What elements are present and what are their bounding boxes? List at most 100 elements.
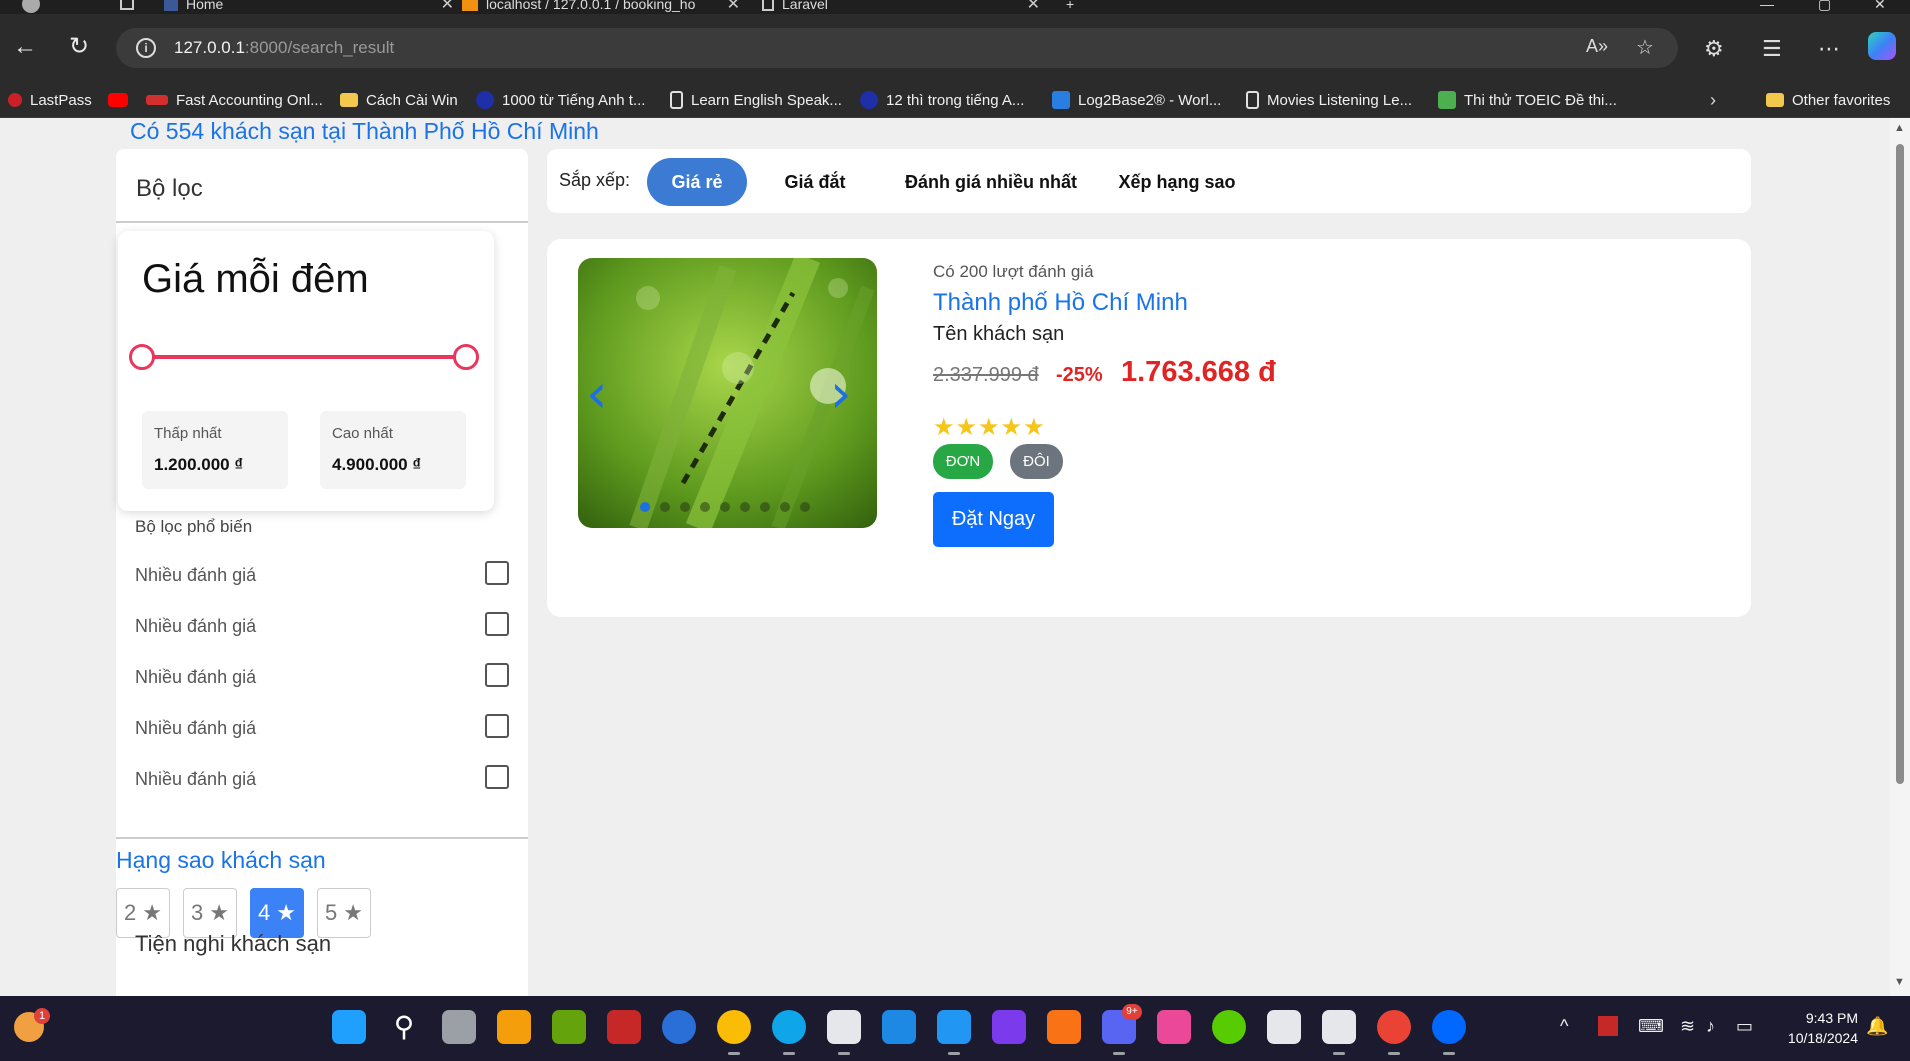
chevron-up-icon[interactable]: ^	[1560, 1016, 1568, 1037]
tab-phpmyadmin[interactable]: localhost / 127.0.0.1 / booking_ho ✕	[462, 0, 740, 14]
copilot-icon[interactable]	[1868, 32, 1896, 60]
back-icon[interactable]: ←	[10, 32, 40, 62]
carousel-indicator-dot[interactable]	[740, 502, 750, 512]
bookmark-other-favorites[interactable]: Other favorites	[1766, 88, 1890, 112]
help-icon[interactable]	[662, 1010, 696, 1044]
app-icon[interactable]	[1267, 1010, 1301, 1044]
notification-bell-icon[interactable]: 🔔	[1866, 1016, 1888, 1037]
system-clock[interactable]: 9:43 PM 10/18/2024	[1788, 1008, 1858, 1048]
scrollbar-thumb[interactable]	[1896, 144, 1904, 784]
affinity-icon[interactable]	[992, 1010, 1026, 1044]
minimize-icon[interactable]: —	[1760, 0, 1774, 14]
favorite-star-icon[interactable]: ☆	[1636, 35, 1654, 60]
sort-cheapest-button[interactable]: Giá rẻ	[647, 158, 747, 206]
sort-most-reviews-button[interactable]: Đánh giá nhiều nhất	[899, 158, 1083, 206]
bookmark-12-thi[interactable]: 12 thì trong tiếng A...	[860, 88, 1024, 112]
hotel-city-link[interactable]: Thành phố Hồ Chí Minh	[933, 289, 1188, 317]
filter-checkbox[interactable]	[485, 663, 509, 687]
maximize-icon[interactable]: ▢	[1818, 0, 1831, 14]
bookmark-learn-english[interactable]: Learn English Speak...	[670, 88, 842, 112]
code-tool-icon[interactable]	[1322, 1010, 1356, 1055]
hotel-image-carousel[interactable]: ‹ ›	[578, 258, 877, 528]
carousel-indicator-dot[interactable]	[760, 502, 770, 512]
vscode-icon[interactable]	[937, 1010, 971, 1055]
carousel-next-icon[interactable]: ›	[830, 362, 852, 425]
profile-icon[interactable]	[22, 0, 40, 14]
search-icon[interactable]: ⚲	[387, 1010, 421, 1044]
carousel-indicator-dot[interactable]	[680, 502, 690, 512]
refresh-icon[interactable]: ↻	[64, 32, 94, 62]
filter-checkbox[interactable]	[485, 714, 509, 738]
tab-laravel[interactable]: Laravel ✕	[762, 0, 1040, 14]
carousel-indicator-dot[interactable]	[720, 502, 730, 512]
bookmark-youtube[interactable]	[108, 88, 128, 112]
price-slider-min-handle[interactable]	[129, 344, 155, 370]
bookmark-cach-cai-win[interactable]: Cách Cài Win	[340, 88, 458, 112]
chameleon-app-icon[interactable]	[552, 1010, 586, 1044]
chevron-right-icon[interactable]: ›	[1710, 90, 1716, 111]
discord-icon[interactable]: 9+	[1102, 1004, 1142, 1055]
bookmark-fast-accounting[interactable]: Fast Accounting Onl...	[146, 88, 323, 112]
task-view-icon[interactable]	[442, 1010, 476, 1044]
mcafee-icon[interactable]	[607, 1010, 641, 1044]
bookmark-lastpass[interactable]: LastPass	[8, 88, 92, 112]
language-icon[interactable]: ⌨	[1638, 1016, 1664, 1037]
carousel-indicator-dot[interactable]	[800, 502, 810, 512]
volume-icon[interactable]: ♪	[1706, 1016, 1715, 1037]
tab-actions-icon[interactable]	[120, 0, 140, 14]
page-scrollbar[interactable]: ▲ ▼	[1890, 118, 1910, 996]
chrome-profile-icon[interactable]	[1377, 1010, 1411, 1055]
sort-expensive-button[interactable]: Giá đắt	[765, 158, 865, 206]
sort-star-rating-button[interactable]: Xếp hạng sao	[1107, 158, 1247, 206]
bookmark-log2base2[interactable]: Log2Base2® - Worl...	[1052, 88, 1221, 112]
close-icon[interactable]: ✕	[727, 0, 740, 14]
address-bar[interactable]: i 127.0.0.1:8000/search_result A» ☆	[116, 28, 1678, 68]
chrome-icon[interactable]	[717, 1010, 751, 1055]
scroll-up-icon[interactable]: ▲	[1894, 122, 1905, 134]
tab-home[interactable]: Home ✕	[164, 0, 454, 14]
filter-checkbox[interactable]	[485, 612, 509, 636]
vivaldi-tray-icon[interactable]	[1598, 1016, 1618, 1036]
weather-widget-icon[interactable]: 1	[14, 1008, 50, 1042]
wifi-icon[interactable]: ≋	[1680, 1016, 1695, 1037]
duolingo-icon[interactable]	[1212, 1010, 1246, 1044]
windows-start-icon[interactable]	[332, 1010, 366, 1044]
popular-filter-row[interactable]: Nhiều đánh giá	[135, 561, 509, 591]
scroll-down-icon[interactable]: ▼	[1894, 976, 1905, 988]
popular-filter-row[interactable]: Nhiều đánh giá	[135, 765, 509, 795]
dev-tool-icon[interactable]	[827, 1010, 861, 1055]
extensions-icon[interactable]: ⚙	[1704, 36, 1724, 62]
price-slider-max-handle[interactable]	[453, 344, 479, 370]
close-icon[interactable]: ✕	[441, 0, 454, 14]
battery-icon[interactable]: ▭	[1736, 1016, 1753, 1037]
carousel-indicator-dot[interactable]	[640, 502, 650, 512]
window-close-icon[interactable]: ✕	[1874, 0, 1886, 14]
git-icon[interactable]	[1047, 1010, 1081, 1044]
popular-filter-row[interactable]: Nhiều đánh giá	[135, 714, 509, 744]
close-icon[interactable]: ✕	[1027, 0, 1040, 14]
filter-checkbox[interactable]	[485, 765, 509, 789]
book-now-button[interactable]: Đặt Ngay	[933, 492, 1054, 547]
more-menu-icon[interactable]: ⋯	[1818, 36, 1840, 62]
url-text[interactable]: 127.0.0.1:8000/search_result	[174, 38, 394, 58]
site-info-icon[interactable]: i	[136, 38, 156, 58]
filter-checkbox[interactable]	[485, 561, 509, 585]
favorites-icon[interactable]: ☰	[1762, 36, 1782, 62]
bookmark-1000-tu[interactable]: 1000 từ Tiếng Anh t...	[476, 88, 645, 112]
carousel-indicator-dot[interactable]	[660, 502, 670, 512]
price-slider-track[interactable]	[142, 355, 466, 359]
read-aloud-icon[interactable]: A»	[1586, 36, 1608, 57]
popular-filter-row[interactable]: Nhiều đánh giá	[135, 663, 509, 693]
zalo-icon[interactable]	[1432, 1010, 1466, 1055]
bookmark-toeic[interactable]: Thi thử TOEIC Đề thi...	[1438, 88, 1617, 112]
bookmark-movies-listening[interactable]: Movies Listening Le...	[1246, 88, 1412, 112]
carousel-indicator-dot[interactable]	[780, 502, 790, 512]
carousel-indicator-dot[interactable]	[700, 502, 710, 512]
new-tab-icon[interactable]: +	[1066, 0, 1074, 14]
webstorm-icon[interactable]	[1157, 1010, 1191, 1044]
popular-filter-row[interactable]: Nhiều đánh giá	[135, 612, 509, 642]
mail-icon[interactable]	[882, 1010, 916, 1044]
copilot-app-icon[interactable]	[497, 1010, 531, 1044]
edge-icon[interactable]	[772, 1010, 806, 1055]
carousel-prev-icon[interactable]: ‹	[586, 362, 608, 425]
